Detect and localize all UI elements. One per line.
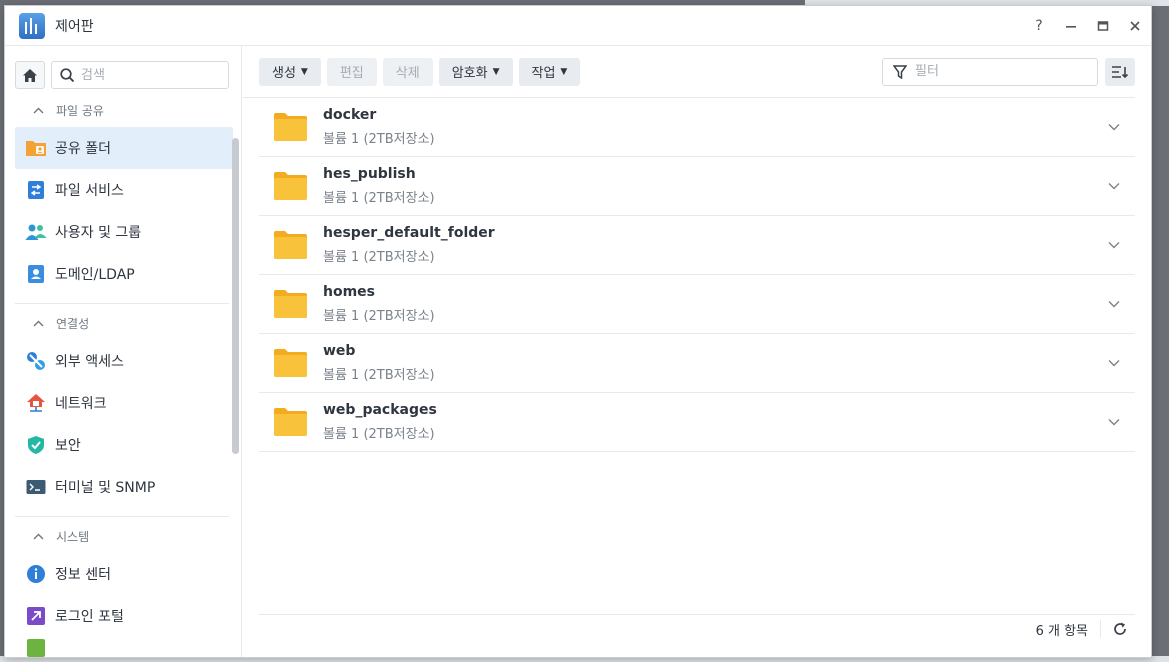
filter-box <box>882 57 1098 86</box>
title-bar[interactable]: 제어판 ? <box>5 6 1151 46</box>
search-input[interactable] <box>81 67 221 83</box>
chevron-down-icon[interactable] <box>1099 182 1129 190</box>
shared-folder-icon <box>25 137 47 159</box>
chevron-up-icon <box>33 104 44 117</box>
chevron-up-icon <box>33 530 44 543</box>
sidebar-item-info-center[interactable]: 정보 센터 <box>15 553 233 595</box>
delete-button[interactable]: 삭제 <box>382 57 433 86</box>
control-panel-window: 제어판 ? 검색 파일 공유 공유 폴더 파일 서비스 사용자 및 그룹 도메인… <box>4 5 1152 658</box>
folder-name: hes_publish <box>323 166 416 182</box>
search-icon <box>60 67 75 82</box>
section-file-sharing[interactable]: 파일 공유 <box>5 93 241 127</box>
folder-icon <box>274 408 307 436</box>
window-title: 제어판 <box>55 18 94 35</box>
folder-name: homes <box>323 284 376 300</box>
folder-name: web <box>323 343 356 359</box>
maximize-icon[interactable] <box>1087 6 1119 46</box>
sidebar-item-partial[interactable] <box>15 637 233 657</box>
filter-input[interactable] <box>915 64 1085 79</box>
action-button[interactable]: 작업 ▼ <box>518 57 581 86</box>
table-row[interactable]: web_packages 볼륨 1 (2TB저장소) <box>259 393 1135 452</box>
item-count: 6 개 항목 <box>1036 620 1101 639</box>
filter-icon <box>893 64 907 79</box>
sidebar-scrollbar[interactable] <box>232 138 239 454</box>
folder-name: web_packages <box>323 402 437 418</box>
folder-location: 볼륨 1 (2TB저장소) <box>323 309 435 324</box>
login-portal-icon <box>25 605 47 627</box>
table-row[interactable]: docker 볼륨 1 (2TB저장소) <box>259 98 1135 157</box>
chevron-down-icon[interactable] <box>1099 359 1129 367</box>
folder-name: hesper_default_folder <box>323 225 495 241</box>
caret-down-icon: ▼ <box>300 66 308 77</box>
folder-icon <box>274 231 307 259</box>
network-icon <box>25 392 47 414</box>
info-icon <box>25 563 47 585</box>
sidebar-item-network[interactable]: 네트워크 <box>15 382 233 424</box>
control-panel-icon <box>19 12 45 39</box>
chevron-down-icon[interactable] <box>1099 123 1129 131</box>
encrypt-button[interactable]: 암호화 ▼ <box>438 57 513 86</box>
sidebar-item-security[interactable]: 보안 <box>15 424 233 466</box>
search-box <box>51 61 229 89</box>
sidebar-item-shared-folder[interactable]: 공유 폴더 <box>15 127 233 169</box>
chevron-down-icon[interactable] <box>1099 418 1129 426</box>
table-row[interactable]: web 볼륨 1 (2TB저장소) <box>259 334 1135 393</box>
refresh-icon <box>1114 622 1126 635</box>
folder-icon <box>274 172 307 200</box>
shield-icon <box>25 434 47 456</box>
create-button[interactable]: 생성 ▼ <box>259 57 321 86</box>
sidebar-item-terminal-snmp[interactable]: 터미널 및 SNMP <box>15 466 233 508</box>
table-row[interactable]: hes_publish 볼륨 1 (2TB저장소) <box>259 157 1135 216</box>
minimize-icon[interactable] <box>1055 6 1087 46</box>
home-button[interactable] <box>15 61 45 89</box>
main-panel: 생성▼ 편집 삭제 암호화▼ 작업▼ docker볼륨 1 (2TB저장소)he… <box>243 46 1151 657</box>
partial-item-icon <box>25 637 47 657</box>
chevron-down-icon[interactable] <box>1099 241 1129 249</box>
table-row[interactable]: homes 볼륨 1 (2TB저장소) <box>259 275 1135 334</box>
sidebar-item-login-portal[interactable]: 로그인 포털 <box>15 595 233 637</box>
caret-down-icon: ▼ <box>492 66 500 77</box>
toolbar: 생성 ▼ 편집 삭제 암호화 ▼ 작업 ▼ <box>243 46 1135 98</box>
chevron-down-icon[interactable] <box>1099 300 1129 308</box>
folder-location: 볼륨 1 (2TB저장소) <box>323 427 435 442</box>
folder-icon <box>274 113 307 141</box>
footer: 6 개 항목 <box>259 614 1135 643</box>
help-icon[interactable]: ? <box>1023 6 1055 46</box>
domain-icon <box>25 263 47 285</box>
folder-icon <box>274 349 307 377</box>
section-connectivity[interactable]: 연결성 <box>5 306 241 340</box>
file-services-icon <box>25 179 47 201</box>
folder-icon <box>274 290 307 318</box>
sort-button[interactable] <box>1105 57 1135 86</box>
folder-location: 볼륨 1 (2TB저장소) <box>323 191 435 206</box>
sidebar-item-users-groups[interactable]: 사용자 및 그룹 <box>15 211 233 253</box>
folder-list: docker 볼륨 1 (2TB저장소) hes_publish 볼륨 1 (2TB저… <box>259 98 1135 452</box>
folder-location: 볼륨 1 (2TB저장소) <box>323 132 435 147</box>
folder-location: 볼륨 1 (2TB저장소) <box>323 250 435 265</box>
sidebar-item-file-services[interactable]: 파일 서비스 <box>15 169 233 211</box>
sidebar-item-external-access[interactable]: 외부 액세스 <box>15 340 233 382</box>
refresh-button[interactable] <box>1109 618 1131 640</box>
users-icon <box>25 221 47 243</box>
caret-down-icon: ▼ <box>560 66 568 77</box>
section-system[interactable]: 시스템 <box>5 519 241 553</box>
folder-name: docker <box>323 107 377 123</box>
folder-location: 볼륨 1 (2TB저장소) <box>323 368 435 383</box>
sidebar: 파일 공유 공유 폴더 파일 서비스 사용자 및 그룹 도메인/LDAP <box>5 46 242 657</box>
home-icon <box>23 68 37 82</box>
sidebar-item-domain-ldap[interactable]: 도메인/LDAP <box>15 253 233 295</box>
external-access-icon <box>25 350 47 372</box>
edit-button[interactable]: 편집 <box>326 57 377 86</box>
terminal-icon <box>25 476 47 498</box>
table-row[interactable]: hesper_default_folder 볼륨 1 (2TB저장소) <box>259 216 1135 275</box>
sort-icon <box>1112 65 1129 78</box>
close-icon[interactable] <box>1119 6 1151 46</box>
chevron-up-icon <box>33 317 44 330</box>
